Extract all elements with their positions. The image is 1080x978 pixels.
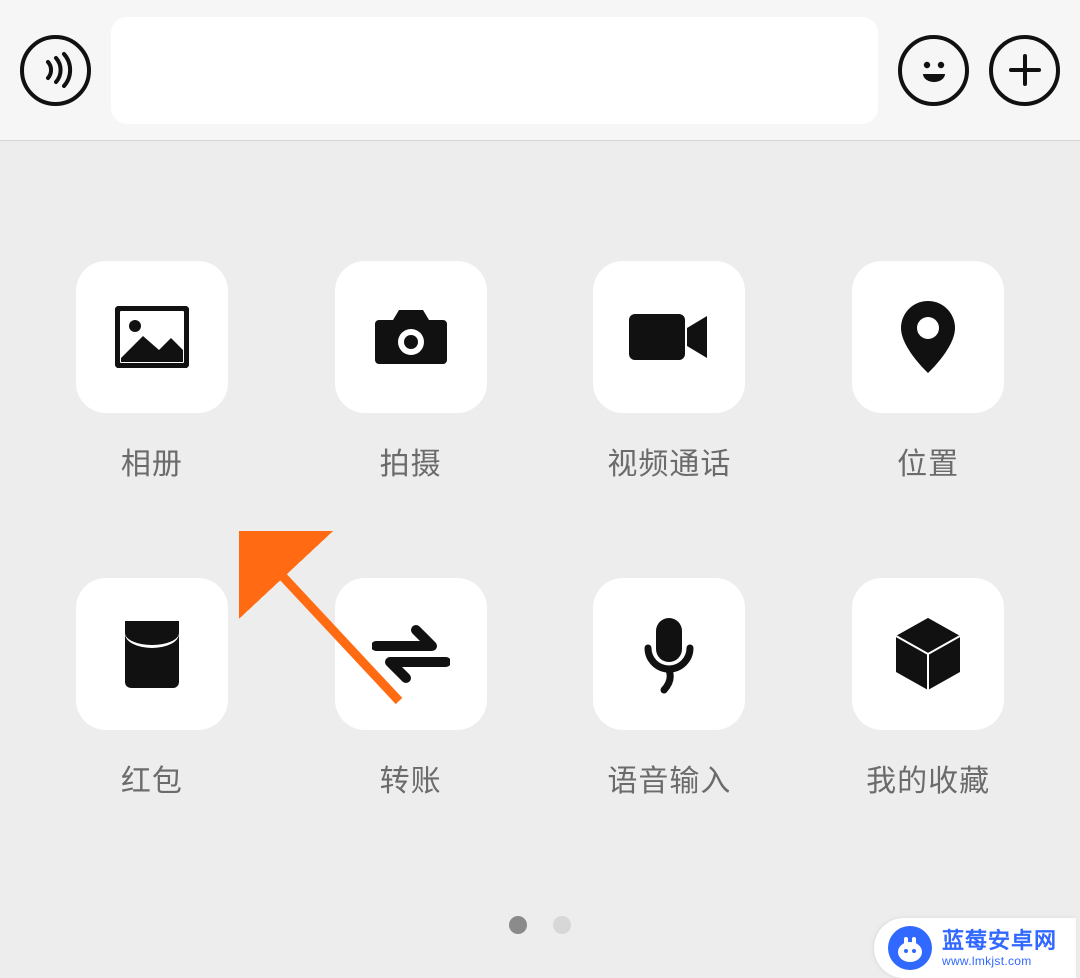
tile-location[interactable]: 位置 bbox=[852, 261, 1004, 483]
attachments-toggle-button[interactable] bbox=[989, 35, 1060, 106]
emoji-button[interactable] bbox=[898, 35, 969, 106]
tile-favorites-box bbox=[852, 578, 1004, 730]
watermark-title: 蓝莓安卓网 bbox=[942, 930, 1057, 952]
mic-icon bbox=[640, 614, 698, 694]
watermark-url: www.lmkjst.com bbox=[942, 955, 1057, 967]
camera-icon bbox=[373, 306, 449, 368]
tile-transfer-label: 转账 bbox=[380, 756, 442, 800]
cube-icon bbox=[892, 615, 964, 693]
tile-videocall[interactable]: 视频通话 bbox=[593, 261, 745, 483]
image-icon bbox=[115, 306, 189, 368]
tile-voicein[interactable]: 语音输入 bbox=[593, 578, 745, 800]
tile-videocall-label: 视频通话 bbox=[607, 439, 731, 483]
tile-location-box bbox=[852, 261, 1004, 413]
tile-redpacket[interactable]: 红包 bbox=[76, 578, 228, 800]
tile-shoot-label: 拍摄 bbox=[380, 439, 442, 483]
watermark-logo-icon bbox=[888, 926, 932, 970]
tile-shoot-box bbox=[335, 261, 487, 413]
video-icon bbox=[627, 310, 711, 364]
watermark: 蓝莓安卓网 www.lmkjst.com bbox=[874, 918, 1076, 978]
tile-redpacket-box bbox=[76, 578, 228, 730]
emoji-icon bbox=[912, 48, 956, 92]
attachments-panel: 相册 拍摄 bbox=[0, 141, 1080, 978]
page-indicator[interactable] bbox=[509, 916, 571, 934]
voice-toggle-button[interactable] bbox=[20, 35, 91, 106]
attachments-grid: 相册 拍摄 bbox=[70, 261, 1010, 800]
tile-album-box bbox=[76, 261, 228, 413]
voice-icon bbox=[34, 48, 78, 92]
plus-icon bbox=[1003, 48, 1047, 92]
envelope-icon bbox=[122, 617, 182, 691]
tile-transfer-box bbox=[335, 578, 487, 730]
tile-voicein-label: 语音输入 bbox=[607, 756, 731, 800]
tile-location-label: 位置 bbox=[897, 439, 959, 483]
tile-favorites-label: 我的收藏 bbox=[866, 756, 990, 800]
tile-transfer[interactable]: 转账 bbox=[335, 578, 487, 800]
page-dot-2[interactable] bbox=[553, 916, 571, 934]
location-icon bbox=[899, 299, 957, 375]
message-input[interactable] bbox=[111, 17, 878, 124]
tile-redpacket-label: 红包 bbox=[121, 756, 183, 800]
page-dot-1[interactable] bbox=[509, 916, 527, 934]
tile-videocall-box bbox=[593, 261, 745, 413]
tile-album-label: 相册 bbox=[121, 439, 183, 483]
transfer-icon bbox=[372, 624, 450, 684]
tile-favorites[interactable]: 我的收藏 bbox=[852, 578, 1004, 800]
tile-album[interactable]: 相册 bbox=[76, 261, 228, 483]
tile-voicein-box bbox=[593, 578, 745, 730]
chat-input-bar bbox=[0, 0, 1080, 141]
tile-shoot[interactable]: 拍摄 bbox=[335, 261, 487, 483]
